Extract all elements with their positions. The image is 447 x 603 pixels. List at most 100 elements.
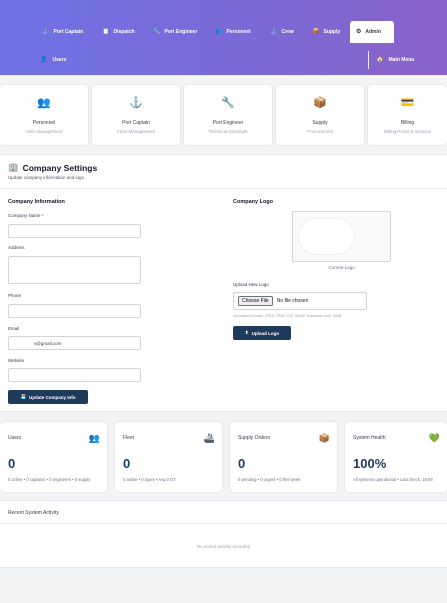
choose-file-button[interactable]: Choose File — [238, 296, 273, 306]
stat-name: Supply Orders — [238, 435, 270, 441]
website-input[interactable] — [8, 368, 141, 382]
main-tabs: ⚓ Port Captain 📋 Dispatch 🔧 Port Enginee… — [0, 21, 447, 43]
stat-value: 0 — [123, 456, 131, 471]
package-icon: 📦 — [313, 97, 327, 109]
upload-icon: ⬆ — [244, 330, 249, 335]
recent-activity-title: Recent System Activity — [8, 510, 59, 516]
wrench-icon: 🔧 — [153, 29, 161, 35]
role-description: Technical Oversight — [208, 129, 248, 134]
tab-port-captain[interactable]: ⚓ Port Captain — [36, 21, 89, 43]
company-settings-panel: 🏢 Company Settings Update company inform… — [0, 154, 447, 412]
stat-card-system-health: System Health 💚 100% All systems operati… — [345, 422, 447, 492]
role-name: Supply — [312, 120, 328, 126]
email-input[interactable] — [8, 336, 141, 350]
current-logo — [292, 211, 391, 262]
phone-input[interactable] — [8, 304, 141, 318]
role-description: Fleet Management — [117, 129, 155, 134]
website-label: Website — [8, 358, 25, 363]
tab-supply[interactable]: 📦 Supply — [306, 21, 346, 43]
stat-card-supply-orders: Supply Orders 📦 0 0 pending • 0 urgent •… — [230, 422, 337, 492]
tab-personnel[interactable]: 👥 Personnel — [209, 21, 257, 43]
no-file-text: No file chosen — [276, 298, 309, 304]
subnav-users-label: Users — [52, 57, 67, 63]
subnav-users[interactable]: 👤 Users — [40, 52, 66, 68]
logo-image-placeholder — [298, 218, 355, 255]
anchor-icon: ⚓ — [270, 29, 278, 35]
role-description: User Management — [25, 129, 63, 134]
stat-name: Fleet — [123, 435, 135, 441]
recent-activity-panel: Recent System Activity No recent activit… — [0, 500, 447, 568]
role-card-supply[interactable]: 📦 Supply Procurement — [276, 85, 364, 145]
anchor-icon: ⚓ — [129, 97, 143, 109]
address-label: Address — [8, 245, 25, 250]
tab-crew[interactable]: ⚓ Crew — [264, 21, 300, 43]
role-card-personnel[interactable]: 👥 Personnel User Management — [0, 85, 88, 145]
company-info-heading: Company Information — [8, 199, 65, 205]
save-icon: 💾 — [20, 394, 27, 399]
company-name-input[interactable] — [8, 224, 141, 238]
credit-card-icon: 💳 — [400, 97, 415, 109]
page-title: 🏢 Company Settings — [8, 162, 97, 173]
clipboard-icon: 📋 — [102, 29, 110, 35]
activity-empty-message: No recent activity recorded — [196, 544, 251, 549]
tab-port-engineer[interactable]: 🔧 Port Engineer — [147, 21, 203, 43]
role-name: Billing — [400, 120, 415, 126]
role-name: Port Engineer — [212, 120, 244, 126]
package-icon: 📦 — [318, 433, 330, 443]
role-description: Billing Portal & Invoices — [383, 129, 432, 134]
tab-label: Admin — [365, 29, 381, 35]
tab-admin[interactable]: ⚙ Admin — [350, 21, 394, 43]
people-icon: 👥 — [37, 97, 51, 109]
ship-icon: 🚢 — [203, 433, 215, 443]
role-description: Procurement — [307, 129, 333, 134]
stat-card-users: Users 👥 0 0 active • 0 captains • 0 engi… — [0, 422, 107, 492]
page-subtitle: Update company information and logo — [8, 175, 85, 180]
stat-name: Users — [8, 435, 22, 441]
stat-detail: 0 pending • 0 urgent • 0 this week — [238, 477, 301, 482]
address-textarea[interactable] — [8, 256, 141, 284]
update-company-info-button[interactable]: 💾 Update Company Info — [8, 390, 88, 404]
upload-logo-label-text: Upload Logo — [251, 330, 280, 336]
page-title-text: Company Settings — [22, 162, 98, 173]
main-menu-label: Main Menu — [388, 57, 415, 63]
section-divider — [0, 188, 447, 189]
logo-file-input[interactable]: Choose File No file chosen — [233, 292, 367, 310]
tab-dispatch[interactable]: 📋 Dispatch — [96, 21, 141, 43]
tab-label: Personnel — [226, 29, 251, 35]
role-cards: 👥 Personnel User Management ⚓ Port Capta… — [0, 85, 447, 145]
update-company-info-label: Update Company Info — [29, 394, 76, 400]
company-name-label: Company Name * — [8, 213, 44, 218]
company-logo-heading: Company Logo — [233, 199, 274, 205]
package-icon: 📦 — [312, 29, 320, 35]
main-menu-button[interactable]: 🏠 Main Menu — [376, 52, 414, 68]
activity-divider — [0, 523, 447, 524]
role-name: Port Captain — [122, 120, 150, 126]
building-icon: 🏢 — [8, 162, 19, 172]
role-card-port-captain[interactable]: ⚓ Port Captain Fleet Management — [92, 85, 180, 145]
home-icon: 🏠 — [376, 57, 384, 63]
user-icon: 👤 — [40, 57, 48, 63]
stat-detail: All systems operational • Last check: 19… — [353, 477, 433, 482]
people-icon: 👥 — [88, 433, 100, 443]
anchor-icon: ⚓ — [42, 29, 50, 35]
tab-label: Supply — [323, 29, 341, 35]
role-card-port-engineer[interactable]: 🔧 Port Engineer Technical Oversight — [184, 85, 272, 145]
tab-label: Dispatch — [113, 29, 135, 35]
stat-card-fleet: Fleet 🚢 0 0 active • 0 types • Avg 0 GT — [115, 422, 222, 492]
email-label: Email — [8, 326, 20, 331]
current-logo-caption: Current Logo — [328, 265, 355, 270]
phone-label: Phone — [8, 293, 22, 298]
stat-name: System Health — [353, 435, 386, 441]
subnav-divider — [368, 51, 369, 69]
upload-logo-label: Upload New Logo — [233, 282, 269, 287]
top-header: ⚓ Port Captain 📋 Dispatch 🔧 Port Enginee… — [0, 0, 447, 75]
wrench-icon: 🔧 — [221, 97, 235, 109]
tab-label: Port Captain — [53, 29, 84, 35]
accepted-formats-note: Accepted formats: JPEG, PNG, GIF, WebP. … — [233, 314, 342, 318]
tab-label: Port Engineer — [164, 29, 198, 35]
upload-logo-button[interactable]: ⬆ Upload Logo — [233, 326, 291, 340]
gear-icon: ⚙ — [356, 29, 362, 35]
tab-label: Crew — [281, 29, 294, 35]
role-card-billing[interactable]: 💳 Billing Billing Portal & Invoices — [368, 85, 447, 145]
stat-detail: 0 active • 0 types • Avg 0 GT — [123, 477, 176, 482]
